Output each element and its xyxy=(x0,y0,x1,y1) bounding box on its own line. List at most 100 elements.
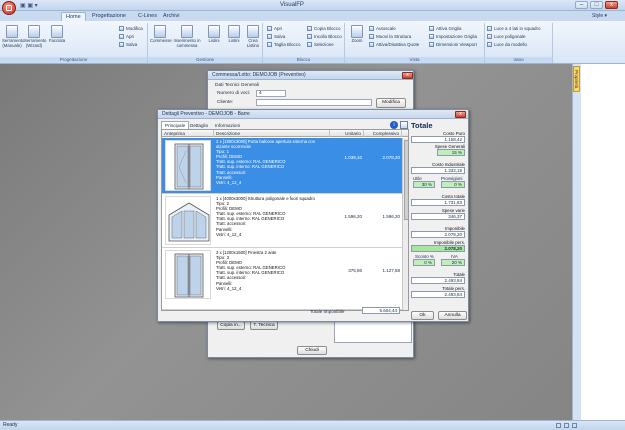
row-unitario: 375,86 xyxy=(348,268,362,273)
luce-poligonale-button[interactable]: Luce poligonale xyxy=(487,33,526,40)
scrollbar-thumb[interactable] xyxy=(404,140,408,220)
tab-archivi[interactable]: Archivi xyxy=(159,12,184,21)
zoom-button[interactable]: Zoom xyxy=(347,25,367,44)
spese-generali-field[interactable]: 15 % xyxy=(437,149,465,156)
tab-c-lines[interactable]: C-Lines xyxy=(134,12,161,21)
preview-thumbnail xyxy=(165,250,211,299)
tab-dettaglio[interactable]: Dettaglio xyxy=(187,122,211,129)
quick-access-toolbar[interactable]: ▣ ▣ ▾ xyxy=(20,2,38,9)
minimize-button[interactable]: – xyxy=(575,1,588,9)
view-layout-icon[interactable] xyxy=(564,423,569,428)
ok-button[interactable]: Ok xyxy=(411,311,434,320)
chiudi-button[interactable]: Chiudi xyxy=(297,346,327,355)
serramento-manuale-button[interactable]: Serramento (Manuale) xyxy=(2,25,25,49)
apri-button[interactable]: Apri xyxy=(119,33,134,40)
crea-listino-button[interactable]: Crea Listino xyxy=(243,25,263,49)
section-label: Dati Tecnici Generali xyxy=(215,83,259,88)
viewport-icon xyxy=(429,42,434,47)
polygon-opening-icon xyxy=(487,34,492,39)
app-logo-icon xyxy=(6,5,12,11)
listini-button-1[interactable]: Listini xyxy=(204,25,224,44)
sconto-field[interactable]: 0 % xyxy=(413,259,435,266)
selezione-button[interactable]: Selezione xyxy=(307,41,334,48)
group-vano: Luce a 4 lati in squadro Luce poligonale… xyxy=(485,23,553,63)
tab-informazioni[interactable]: Informazioni xyxy=(212,122,243,129)
col-descrizione[interactable]: Descrizione xyxy=(214,130,330,137)
label: Salva xyxy=(274,34,286,39)
iva-field[interactable]: 20 % xyxy=(441,259,465,266)
dimensioni-viewport-button[interactable]: Dimensioni Viewport xyxy=(429,41,477,48)
tab-progettazione[interactable]: Progettazione xyxy=(88,12,130,21)
modifica-button[interactable]: Modifica xyxy=(119,25,143,32)
num-voci-field[interactable]: 4 xyxy=(256,90,286,97)
move-icon xyxy=(369,34,374,39)
annulla-button[interactable]: Annulla xyxy=(438,311,467,320)
close-button[interactable]: x xyxy=(605,1,618,9)
magnifier-icon xyxy=(351,25,363,38)
tab-home[interactable]: Home xyxy=(61,12,86,21)
window-title: VisualFP xyxy=(280,2,304,8)
blocco-salva-button[interactable]: Salva xyxy=(267,33,285,40)
copia-in-button[interactable]: Copia in... xyxy=(217,321,245,330)
imponibile-pers-field[interactable]: 2.078,20 xyxy=(411,245,465,252)
style-menu[interactable]: Style ▾ xyxy=(592,13,607,19)
row-complessivo: 1.596,20 xyxy=(382,214,400,219)
blocco-apri-button[interactable]: Apri xyxy=(267,25,282,32)
table-row[interactable]: 2 x [1800x3000] Porta balcone apertura e… xyxy=(162,138,402,194)
totale-pers-field[interactable]: 2.493,84 xyxy=(411,291,465,298)
select-icon xyxy=(307,42,312,47)
group-label: Vista xyxy=(345,57,484,63)
provvigioni-field[interactable]: 0 % xyxy=(441,181,465,188)
copia-blocco-button[interactable]: Copia Blocco xyxy=(307,25,341,32)
utile-field[interactable]: 30 % xyxy=(413,181,435,188)
inserimento-commessa-button[interactable]: Inserimento in commessa xyxy=(172,25,202,49)
listini-button-2[interactable]: Listini xyxy=(224,25,244,44)
list-icon xyxy=(228,25,240,38)
col-unitario[interactable]: Unitario xyxy=(330,130,364,137)
facciata-button[interactable]: Facciata xyxy=(46,25,68,44)
open-icon xyxy=(119,34,124,39)
close-button[interactable]: x xyxy=(455,111,466,118)
save-icon xyxy=(267,34,272,39)
row-complessivo: 1.127,58 xyxy=(382,268,400,273)
luce-4-lati-button[interactable]: Luce a 4 lati in squadro xyxy=(487,25,541,32)
title-bar: ▣ ▣ ▾ VisualFP – □ x xyxy=(0,0,625,11)
grid-scrollbar[interactable] xyxy=(402,138,408,310)
label: Muovi la Struttura xyxy=(376,34,412,39)
col-complessivo[interactable]: Complessivo xyxy=(364,130,402,137)
label: Luce poligonale xyxy=(494,34,526,39)
close-button[interactable]: x xyxy=(402,72,413,79)
row-description: 1 x [4000x3000] Struttura poligonale e f… xyxy=(216,196,315,237)
commesse-button[interactable]: Commesse xyxy=(150,25,172,44)
view-normal-icon[interactable] xyxy=(556,423,561,428)
dialog-title: Commessa/Lotto: DEMOJOB (Preventivo) xyxy=(208,71,413,80)
view-full-icon[interactable] xyxy=(572,423,577,428)
serramento-wizard-button[interactable]: Serramento (Wizard) xyxy=(24,25,46,49)
properties-tab[interactable]: Proprietà xyxy=(573,66,580,92)
salva-button[interactable]: Salva xyxy=(119,41,137,48)
attiva-quote-button[interactable]: Attiva/Disattiva Quote xyxy=(369,41,419,48)
modifica-button[interactable]: Modifica xyxy=(376,98,406,108)
wizard-icon xyxy=(28,25,40,38)
label: Luce a 4 lati in squadro xyxy=(494,26,541,31)
col-anteprima[interactable]: Anteprima xyxy=(162,130,214,137)
impostazione-griglia-button[interactable]: Impostazione Griglia xyxy=(429,33,477,40)
cliente-field[interactable] xyxy=(256,99,372,106)
table-row[interactable]: 3 x [1200x1500] Finestra 2 ante Tipo: 3 … xyxy=(162,248,402,310)
spese-varie-field[interactable]: 346,37 xyxy=(411,213,465,220)
table-row[interactable]: 1 x [4000x3000] Struttura poligonale e f… xyxy=(162,194,402,248)
tab-principale[interactable]: Principale xyxy=(161,121,190,129)
info-icon[interactable]: i xyxy=(390,121,398,129)
autoscale-button[interactable]: Autoscale xyxy=(369,25,396,32)
luce-modello-button[interactable]: Luce da modello xyxy=(487,41,527,48)
t-tecnica-button[interactable]: T. Tecnica xyxy=(250,321,278,330)
muovi-struttura-button[interactable]: Muovi la Struttura xyxy=(369,33,411,40)
incolla-blocco-button[interactable]: Incolla Blocco xyxy=(307,33,342,40)
cliente-label: Cliente: xyxy=(217,100,234,105)
print-icon[interactable] xyxy=(400,121,408,129)
application-menu-button[interactable] xyxy=(2,1,16,15)
label: Serramento (Manuale) xyxy=(2,38,25,48)
attiva-griglia-button[interactable]: Attiva Griglia xyxy=(429,25,462,32)
maximize-button[interactable]: □ xyxy=(590,1,603,9)
taglia-blocco-button[interactable]: Taglia Blocco xyxy=(267,41,301,48)
